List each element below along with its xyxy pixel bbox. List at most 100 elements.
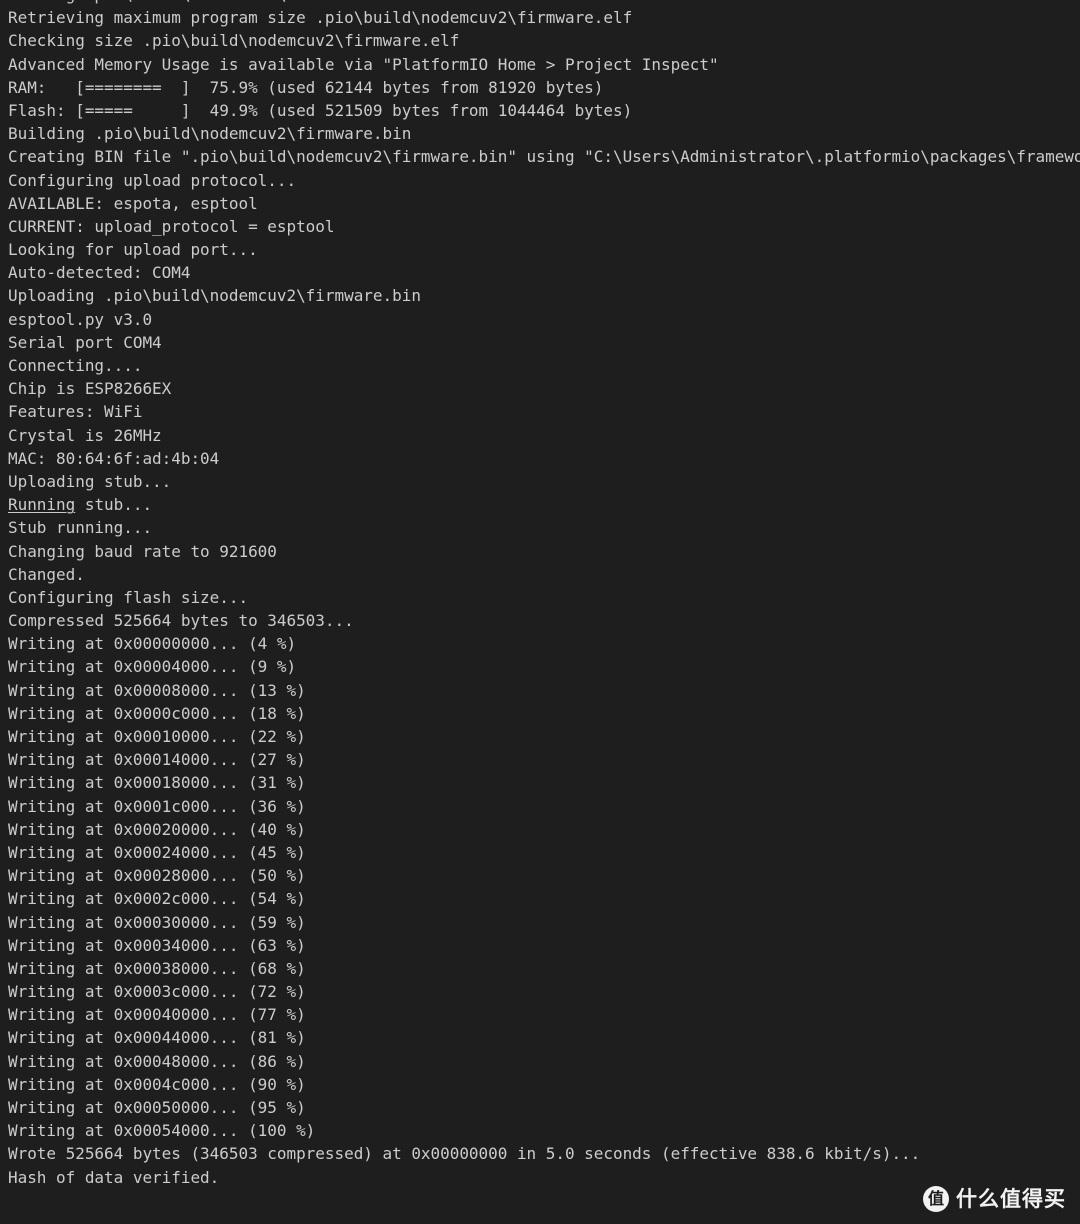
terminal-line: Writing at 0x00018000... (31 %) (8, 771, 1080, 794)
terminal-line: Checking size .pio\build\nodemcuv2\firmw… (8, 29, 1080, 52)
terminal-line-text: Serial port COM4 (8, 332, 162, 352)
terminal-line: Serial port COM4 (8, 331, 1080, 354)
terminal-line-text: Configuring upload protocol... (8, 170, 297, 190)
terminal-link[interactable]: Running (8, 495, 75, 514)
terminal-line: Writing at 0x00014000... (27 %) (8, 748, 1080, 771)
terminal-line-text: Writing at 0x0004c000... (90 %) (8, 1074, 306, 1094)
terminal-line: Changing baud rate to 921600 (8, 540, 1080, 563)
terminal-line-text: Retrieving maximum program size .pio\bui… (8, 8, 633, 28)
terminal-line-text: Changed. (8, 564, 85, 584)
terminal-line: Writing at 0x00004000... (9 %) (8, 655, 1080, 678)
terminal-line: Building .pio\build\nodemcuv2\firmware.b… (8, 122, 1080, 145)
terminal-line-text: Configuring flash size... (8, 587, 249, 607)
terminal-line: Retrieving maximum program size .pio\bui… (8, 6, 1080, 29)
terminal-line: Stub running... (8, 516, 1080, 539)
terminal-line-text: Building .pio\build\nodemcuv2\firmware.b… (8, 124, 412, 144)
watermark: 值 什么值得买 (923, 1186, 1066, 1212)
terminal-line-text: Stub running... (8, 518, 153, 538)
terminal-line: AVAILABLE: espota, esptool (8, 192, 1080, 215)
terminal-line: Hash of data verified. (8, 1166, 1080, 1189)
terminal-line-text: Writing at 0x0000c000... (18 %) (8, 703, 306, 723)
terminal-line: Configuring upload protocol... (8, 169, 1080, 192)
terminal-line-text: Writing at 0x0002c000... (54 %) (8, 889, 306, 909)
terminal-line-text: Flash: [===== ] 49.9% (used 521509 bytes… (8, 100, 633, 120)
terminal-line: Writing at 0x00030000... (59 %) (8, 911, 1080, 934)
terminal-line: Writing at 0x00048000... (86 %) (8, 1050, 1080, 1073)
terminal-line-text: Wrote 525664 bytes (346503 compressed) a… (8, 1144, 921, 1164)
terminal-line-text: Writing at 0x00048000... (86 %) (8, 1051, 306, 1071)
terminal-line-text: Compressed 525664 bytes to 346503... (8, 611, 354, 631)
terminal-line: Writing at 0x0003c000... (72 %) (8, 980, 1080, 1003)
terminal-line: Configuring flash size... (8, 586, 1080, 609)
terminal-line: Auto-detected: COM4 (8, 261, 1080, 284)
terminal-line: Writing at 0x0002c000... (54 %) (8, 887, 1080, 910)
terminal-line-text: Writing at 0x00040000... (77 %) (8, 1005, 306, 1025)
terminal-line-text: Writing at 0x00004000... (9 %) (8, 657, 297, 677)
terminal-line: Crystal is 26MHz (8, 424, 1080, 447)
terminal-line-text: Writing at 0x00034000... (63 %) (8, 935, 306, 955)
terminal-line-text: Writing at 0x00054000... (100 %) (8, 1121, 316, 1141)
terminal-line-text: esptool.py v3.0 (8, 309, 153, 329)
terminal-line-text: Chip is ESP8266EX (8, 379, 172, 399)
terminal-line-text: CURRENT: upload_protocol = esptool (8, 216, 335, 236)
terminal-line-text: Uploading .pio\build\nodemcuv2\firmware.… (8, 286, 421, 306)
terminal-line-text: Writing at 0x00000000... (4 %) (8, 634, 297, 654)
terminal-line: Connecting.... (8, 354, 1080, 377)
terminal-line: Writing at 0x00000000... (4 %) (8, 632, 1080, 655)
terminal-line-text: Crystal is 26MHz (8, 425, 162, 445)
terminal-line: Uploading .pio\build\nodemcuv2\firmware.… (8, 284, 1080, 307)
terminal-line-text: Connecting.... (8, 356, 143, 375)
terminal-line-text: RAM: [======== ] 75.9% (used 62144 bytes… (8, 77, 604, 97)
terminal-line-text: Hash of data verified. (8, 1167, 220, 1187)
terminal-line-text: Advanced Memory Usage is available via "… (8, 54, 719, 74)
terminal-line: Flash: [===== ] 49.9% (used 521509 bytes… (8, 99, 1080, 122)
watermark-label: 什么值得买 (956, 1186, 1066, 1211)
terminal-line-text: Writing at 0x00030000... (59 %) (8, 912, 306, 932)
terminal-line-text: Writing at 0x00020000... (40 %) (8, 819, 306, 839)
terminal-line-text: Writing at 0x00008000... (13 %) (8, 680, 306, 700)
terminal-line: Writing at 0x0001c000... (36 %) (8, 795, 1080, 818)
terminal-line-text: Linking .pio\build\nodemcuv2\firmware.el… (8, 0, 402, 4)
terminal-line: Writing at 0x00028000... (50 %) (8, 864, 1080, 887)
terminal-line: Writing at 0x00024000... (45 %) (8, 841, 1080, 864)
terminal-line: Writing at 0x00054000... (100 %) (8, 1119, 1080, 1142)
terminal-line-text: Writing at 0x00024000... (45 %) (8, 842, 306, 862)
terminal-line-text: Auto-detected: COM4 (8, 263, 191, 283)
terminal-line: Writing at 0x00044000... (81 %) (8, 1026, 1080, 1049)
terminal-line-text: AVAILABLE: espota, esptool (8, 193, 258, 213)
terminal-line: RAM: [======== ] 75.9% (used 62144 bytes… (8, 76, 1080, 99)
terminal-line: Changed. (8, 563, 1080, 586)
terminal-line-text: Writing at 0x00044000... (81 %) (8, 1028, 306, 1048)
terminal-line: Writing at 0x0004c000... (90 %) (8, 1073, 1080, 1096)
terminal-line-text: Creating BIN file ".pio\build\nodemcuv2\… (8, 147, 1080, 167)
terminal-line: Writing at 0x00040000... (77 %) (8, 1003, 1080, 1026)
terminal-line: Writing at 0x0000c000... (18 %) (8, 702, 1080, 725)
terminal-line: MAC: 80:64:6f:ad:4b:04 (8, 447, 1080, 470)
terminal-line: Wrote 525664 bytes (346503 compressed) a… (8, 1142, 1080, 1165)
terminal-line-text: Features: WiFi (8, 402, 143, 422)
terminal-line-text: Uploading stub... (8, 471, 172, 491)
terminal-line: CURRENT: upload_protocol = esptool (8, 215, 1080, 238)
terminal-line-text: Changing baud rate to 921600 (8, 541, 277, 561)
terminal-line: Looking for upload port... (8, 238, 1080, 261)
terminal-line: Running stub... (8, 493, 1080, 516)
terminal-line: Compressed 525664 bytes to 346503... (8, 609, 1080, 632)
terminal-line-text: Writing at 0x00038000... (68 %) (8, 958, 306, 978)
terminal-line: Writing at 0x00034000... (63 %) (8, 934, 1080, 957)
terminal-panel[interactable]: Linking .pio\build\nodemcuv2\firmware.el… (0, 0, 1080, 1224)
terminal-line-text: Writing at 0x00018000... (31 %) (8, 773, 306, 793)
terminal-line-text: Checking size .pio\build\nodemcuv2\firmw… (8, 31, 460, 51)
terminal-output[interactable]: Linking .pio\build\nodemcuv2\firmware.el… (0, 0, 1080, 1189)
terminal-line: Writing at 0x00008000... (13 %) (8, 679, 1080, 702)
terminal-line: Chip is ESP8266EX (8, 377, 1080, 400)
terminal-line: Advanced Memory Usage is available via "… (8, 53, 1080, 76)
terminal-line-text: MAC: 80:64:6f:ad:4b:04 (8, 448, 220, 468)
terminal-line: esptool.py v3.0 (8, 308, 1080, 331)
terminal-line-text: Writing at 0x00014000... (27 %) (8, 750, 306, 770)
terminal-line-text: Looking for upload port... (8, 240, 258, 260)
terminal-line-text: Writing at 0x00010000... (22 %) (8, 727, 306, 746)
terminal-line: Writing at 0x00050000... (95 %) (8, 1096, 1080, 1119)
terminal-line-text: Writing at 0x00050000... (95 %) (8, 1098, 306, 1117)
terminal-line: Writing at 0x00010000... (22 %) (8, 725, 1080, 748)
terminal-line: Uploading stub... (8, 470, 1080, 493)
